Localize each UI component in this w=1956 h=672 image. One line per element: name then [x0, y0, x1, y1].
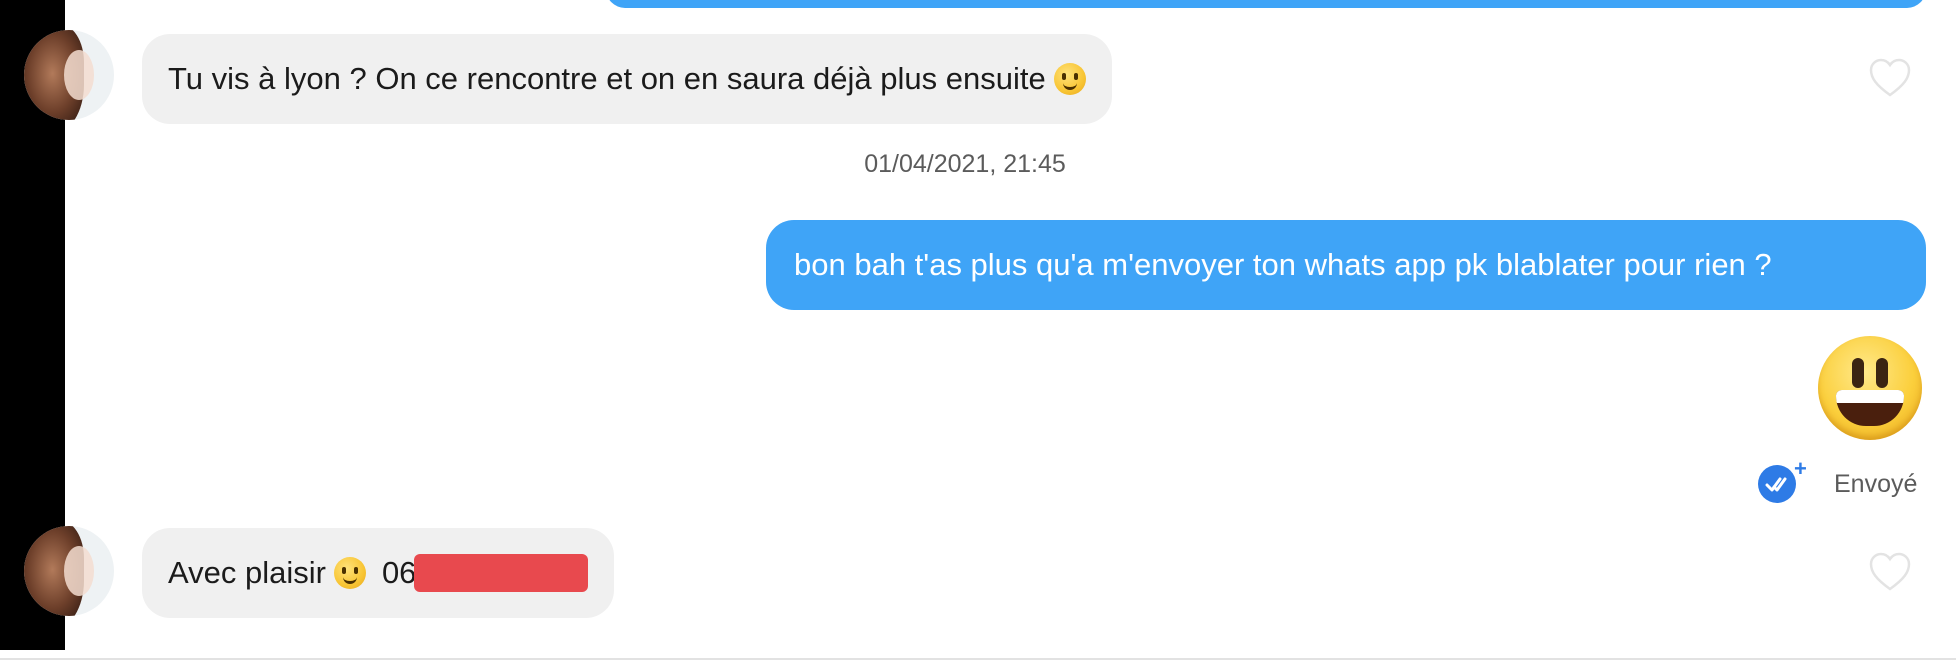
message-text: bon bah t'as plus qu'a m'envoyer ton wha… [794, 247, 1772, 283]
message-text: Avec plaisir [168, 555, 326, 591]
redaction-bar [414, 554, 589, 592]
plus-icon: + [1794, 456, 1807, 481]
message-status: + Envoyé [1758, 456, 1918, 506]
grinning-face-icon[interactable] [1818, 336, 1922, 440]
double-check-icon [1758, 465, 1796, 503]
heart-icon[interactable] [1868, 58, 1912, 98]
slightly-smiling-face-icon [1053, 63, 1086, 95]
received-message-bubble[interactable]: Tu vis à lyon ? On ce rencontre et on en… [142, 34, 1112, 124]
status-label: Envoyé [1834, 469, 1918, 498]
previous-sent-bubble-edge [606, 0, 1926, 8]
avatar[interactable] [24, 30, 114, 120]
phone-number-prefix: 06 [381, 555, 417, 591]
sent-message-bubble[interactable]: bon bah t'as plus qu'a m'envoyer ton wha… [766, 220, 1926, 310]
message-timestamp: 01/04/2021, 21:45 [864, 150, 1066, 178]
received-message-bubble[interactable]: Avec plaisir 06 [142, 528, 615, 618]
message-text: Tu vis à lyon ? On ce rencontre et on en… [168, 61, 1046, 97]
avatar[interactable] [24, 526, 114, 616]
heart-icon[interactable] [1868, 552, 1912, 592]
slightly-smiling-face-icon [333, 557, 366, 589]
divider [0, 658, 1956, 660]
